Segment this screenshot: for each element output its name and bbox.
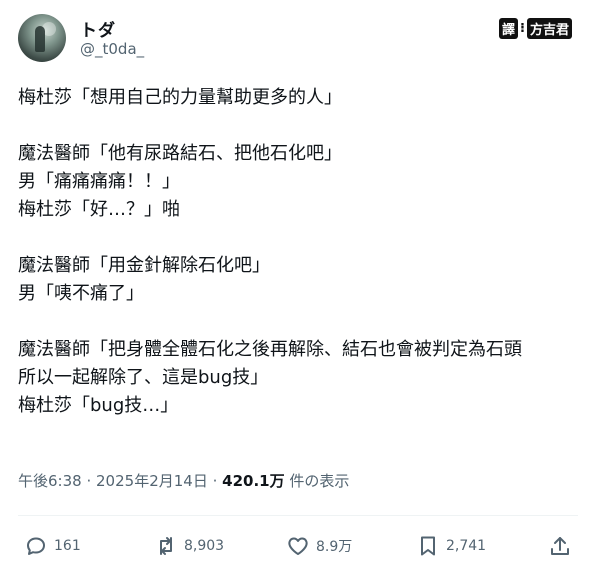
post-line: 魔法醫師「他有尿路結石、把他石化吧」: [18, 143, 342, 164]
reply-icon: [27, 537, 45, 555]
meta-separator: ·: [212, 472, 223, 490]
post-date[interactable]: 2025年2月14日: [96, 472, 208, 490]
author-name[interactable]: トダ: [80, 16, 116, 41]
post-line: 男「咦不痛了」: [18, 283, 144, 304]
post-line: 所以一起解除了、這是bug技」: [18, 367, 269, 388]
bookmark-icon: [421, 536, 435, 556]
share-icon: [551, 537, 569, 555]
heart-icon: [288, 537, 308, 555]
meta-separator: ·: [86, 472, 97, 490]
post-blank-line: [18, 112, 583, 140]
post-line: 梅杜莎「bug技…」: [18, 395, 179, 416]
reply-count: 161: [54, 538, 81, 554]
bookmark-count: 2,741: [446, 538, 487, 554]
author-handle[interactable]: @_t0da_: [80, 40, 144, 58]
post-line: 魔法醫師「把身體全體石化之後再解除、結石也會被判定為石頭: [18, 339, 522, 360]
post-line: 梅杜莎「好…？」啪: [18, 199, 180, 220]
share-button[interactable]: [548, 530, 572, 562]
repost-icon: [160, 537, 172, 555]
views-label: 件の表示: [289, 472, 350, 490]
translator-tag-left: 譯: [499, 18, 519, 39]
post-blank-line: [18, 308, 583, 336]
views-count[interactable]: 420.1万: [222, 472, 284, 490]
post-blank-line: [18, 224, 583, 252]
post-text: 梅杜莎「想用自己的力量幫助更多的人」 魔法醫師「他有尿路結石、把他石化吧」 男「…: [18, 84, 583, 420]
repost-button[interactable]: 8,903: [154, 530, 224, 562]
like-button[interactable]: 8.9万: [286, 530, 352, 562]
post-meta: 午後6:38 · 2025年2月14日 · 420.1万 件の表示: [18, 470, 349, 491]
translator-tag: 譯 ⁝ 方吉君: [499, 18, 572, 39]
bookmark-button[interactable]: 2,741: [416, 530, 486, 562]
avatar[interactable]: [18, 14, 66, 62]
post-time[interactable]: 午後6:38: [18, 472, 82, 490]
reply-button[interactable]: 161: [24, 530, 81, 562]
post-line: 男「痛痛痛痛！！」: [18, 171, 180, 192]
action-bar: 161 8,903 8.9万 2,741: [18, 530, 578, 562]
repost-count: 8,903: [184, 538, 225, 554]
avatar-figure: [35, 26, 45, 52]
translator-tag-sep: ⁝: [520, 21, 525, 36]
like-count: 8.9万: [316, 539, 353, 555]
post-line: 魔法醫師「用金針解除石化吧」: [18, 255, 270, 276]
translator-tag-right: 方吉君: [526, 18, 572, 39]
divider: [18, 515, 578, 516]
post-line: 梅杜莎「想用自己的力量幫助更多的人」: [18, 87, 342, 108]
post-header: トダ @_t0da_ 譯 ⁝ 方吉君: [18, 14, 580, 64]
